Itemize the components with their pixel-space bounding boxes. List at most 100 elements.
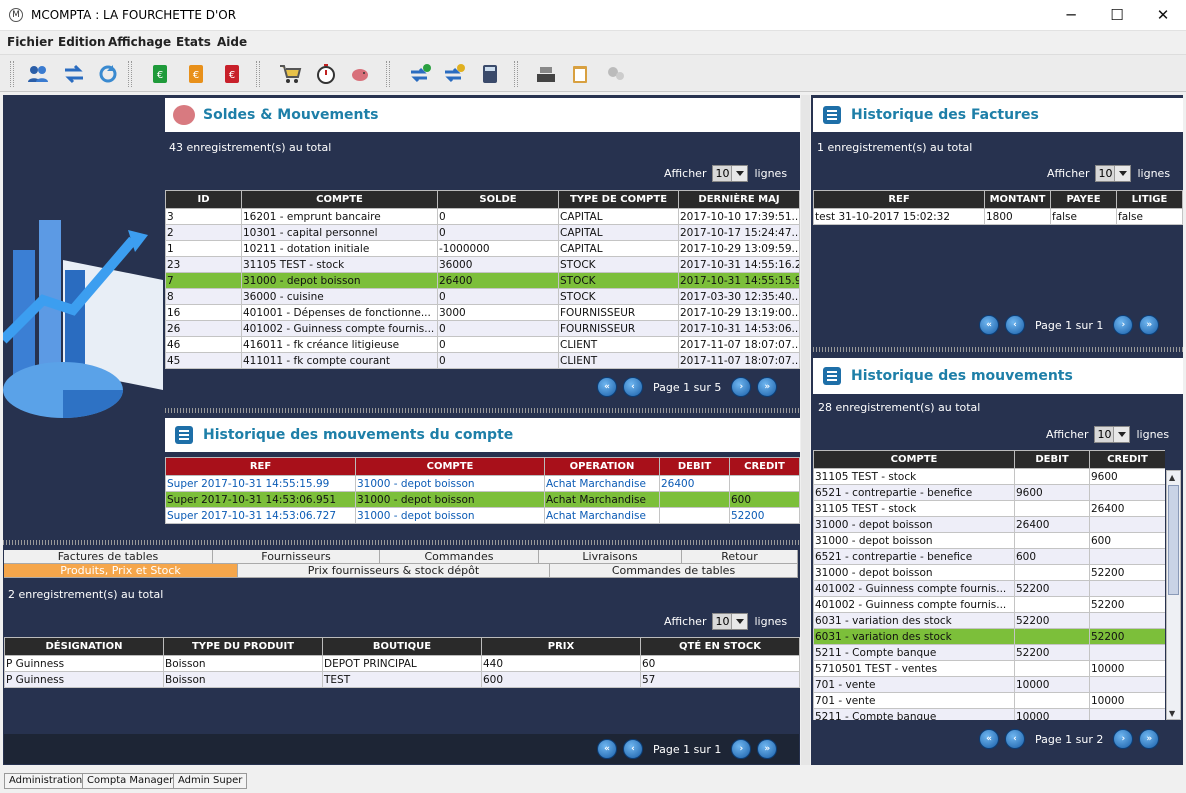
table-row[interactable]: P Guinness Boisson DEPOT PRINCIPAL 440 60 (4, 655, 800, 672)
table-row[interactable]: 6521 - contrepartie - benefice 9600 (813, 484, 1165, 501)
table-row[interactable]: 1 10211 - dotation initiale -1000000 CAPITA… (165, 240, 800, 257)
table-row[interactable]: 31000 - depot boisson 26400 (813, 516, 1165, 533)
settings-icon[interactable] (602, 60, 630, 88)
table-row[interactable]: 8 36000 - cuisine 0 STOCK 2017-03-30 12:35:4… (165, 288, 800, 305)
table-row[interactable]: Super 2017-10-31 14:53:06.727 31000 - dep… (165, 507, 800, 524)
first-page-button[interactable]: « (979, 729, 999, 749)
table-row[interactable]: 31105 TEST - stock 9600 (813, 468, 1165, 485)
column-header[interactable]: DÉSIGNATION (4, 637, 164, 656)
tab-fournisseurs[interactable]: Fournisseurs (213, 550, 380, 564)
tab-commandes[interactable]: Commandes (380, 550, 539, 564)
column-header[interactable]: LITIGE (1116, 190, 1183, 209)
next-page-button[interactable]: › (1113, 729, 1134, 749)
tab-produits-prix-stock[interactable]: Produits, Prix et Stock (4, 564, 238, 578)
first-page-button[interactable]: « (597, 739, 617, 759)
column-header[interactable]: DEBIT (1014, 450, 1090, 469)
column-header[interactable]: DEBIT (659, 457, 730, 476)
transfer-icon[interactable] (60, 60, 88, 88)
tab-prix-fournisseurs[interactable]: Prix fournisseurs & stock dépôt (238, 564, 550, 578)
tab-factures-de-tables[interactable]: Factures de tables (4, 550, 213, 564)
vertical-splitter[interactable] (801, 95, 810, 765)
table-row[interactable]: 45 411011 - fk compte courant 0 CLIENT 2017-… (165, 352, 800, 369)
prev-page-button[interactable]: ‹ (1005, 315, 1025, 335)
table-row[interactable]: Super 2017-10-31 14:53:06.951 31000 - dep… (165, 491, 800, 508)
column-header[interactable]: TYPE DU PRODUIT (163, 637, 323, 656)
cash-register-icon[interactable] (532, 60, 560, 88)
clipboard-icon[interactable] (566, 60, 594, 88)
piggy-bank-icon[interactable] (346, 60, 374, 88)
add-transfer-icon[interactable] (406, 60, 434, 88)
table-row[interactable]: 701 - vente 10000 (813, 676, 1165, 693)
column-header[interactable]: DERNIÈRE MAJ (678, 190, 800, 209)
column-header[interactable]: TYPE DE COMPTE (558, 190, 679, 209)
table-row[interactable]: 6031 - variation des stock 52200 (813, 612, 1165, 629)
table-row[interactable]: 701 - vente 10000 (813, 692, 1165, 709)
first-page-button[interactable]: « (979, 315, 999, 335)
minimize-button[interactable]: ─ (1048, 0, 1094, 31)
table-row[interactable]: 46 416011 - fk créance litigieuse 0 CLIENT 2… (165, 336, 800, 353)
next-page-button[interactable]: › (731, 377, 752, 397)
column-header[interactable]: PRIX (481, 637, 641, 656)
table-row[interactable]: 5211 - Compte banque 10000 (813, 708, 1165, 720)
table-row[interactable]: 2 10301 - capital personnel 0 CAPITAL 2017-1… (165, 224, 800, 241)
prev-page-button[interactable]: ‹ (1005, 729, 1025, 749)
table-row[interactable]: Super 2017-10-31 14:55:15.99 31000 - depo… (165, 475, 800, 492)
table-row[interactable]: 16 401001 - Dépenses de fonctionne... 3000… (165, 304, 800, 321)
green-ledger-icon[interactable]: € (146, 60, 174, 88)
table-row[interactable]: 31000 - depot boisson 52200 (813, 564, 1165, 581)
column-header[interactable]: ID (165, 190, 242, 209)
tab-livraisons[interactable]: Livraisons (539, 550, 682, 564)
table-row[interactable]: 401002 - Guinness compte fournis... 52200 (813, 580, 1165, 597)
column-header[interactable]: OPERATION (544, 457, 660, 476)
tab-retour[interactable]: Retour (682, 550, 798, 564)
last-page-button[interactable]: » (757, 377, 778, 397)
mouvements-scrollbar[interactable]: ▲ ▼ (1166, 470, 1181, 720)
next-page-button[interactable]: › (731, 739, 752, 759)
table-row[interactable]: 31105 TEST - stock 26400 (813, 500, 1165, 517)
table-row[interactable]: 31000 - depot boisson 600 (813, 532, 1165, 549)
splitter-handle[interactable] (3, 540, 800, 545)
menu-affichage[interactable]: Affichage (108, 35, 171, 49)
column-header[interactable]: CREDIT (1089, 450, 1165, 469)
page-size-select[interactable]: 10 (712, 613, 749, 630)
menu-edition[interactable]: Edition (58, 35, 106, 49)
table-row[interactable]: 3 16201 - emprunt bancaire 0 CAPITAL 2017-10… (165, 208, 800, 225)
column-header[interactable]: SOLDE (437, 190, 559, 209)
page-size-select[interactable]: 10 (1095, 165, 1132, 182)
table-row[interactable]: P Guinness Boisson TEST 600 57 (4, 671, 800, 688)
column-header[interactable]: REF (165, 457, 356, 476)
column-header[interactable]: PAYEE (1050, 190, 1117, 209)
column-header[interactable]: QTÉ EN STOCK (640, 637, 800, 656)
cart-icon[interactable] (276, 60, 304, 88)
scrollbar-thumb[interactable] (1168, 485, 1179, 595)
table-row[interactable]: 26 401002 - Guinness compte fournis... 0 FO… (165, 320, 800, 337)
scroll-down-icon[interactable]: ▼ (1169, 709, 1175, 718)
column-header[interactable]: MONTANT (984, 190, 1051, 209)
calculator-icon[interactable] (476, 60, 504, 88)
table-row[interactable]: 7 31000 - depot boisson 26400 STOCK 2017-10-… (165, 272, 800, 289)
menu-etats[interactable]: Etats (176, 35, 211, 49)
close-button[interactable]: ✕ (1140, 0, 1186, 31)
table-row[interactable]: 5710501 TEST - ventes 10000 (813, 660, 1165, 677)
table-row[interactable]: 5211 - Compte banque 52200 (813, 644, 1165, 661)
column-header[interactable]: COMPTE (241, 190, 438, 209)
status-tab-compta-manager[interactable]: Compta Manager (82, 773, 179, 789)
table-row[interactable]: 401002 - Guinness compte fournis... 52200 (813, 596, 1165, 613)
red-ledger-icon[interactable]: € (218, 60, 246, 88)
last-page-button[interactable]: » (1139, 729, 1160, 749)
page-size-select[interactable]: 10 (1094, 426, 1131, 443)
column-header[interactable]: REF (813, 190, 985, 209)
first-page-button[interactable]: « (597, 377, 617, 397)
column-header[interactable]: COMPTE (355, 457, 545, 476)
splitter-handle[interactable] (165, 408, 799, 413)
scroll-up-icon[interactable]: ▲ (1169, 473, 1175, 482)
table-row[interactable]: 6031 - variation des stock 52200 (813, 628, 1165, 645)
next-page-button[interactable]: › (1113, 315, 1134, 335)
splitter-handle[interactable] (813, 347, 1183, 352)
column-header[interactable]: BOUTIQUE (322, 637, 482, 656)
status-tab-administration[interactable]: Administration (4, 773, 88, 789)
prev-page-button[interactable]: ‹ (623, 739, 643, 759)
prev-page-button[interactable]: ‹ (623, 377, 643, 397)
users-icon[interactable] (24, 60, 52, 88)
column-header[interactable]: CREDIT (729, 457, 800, 476)
